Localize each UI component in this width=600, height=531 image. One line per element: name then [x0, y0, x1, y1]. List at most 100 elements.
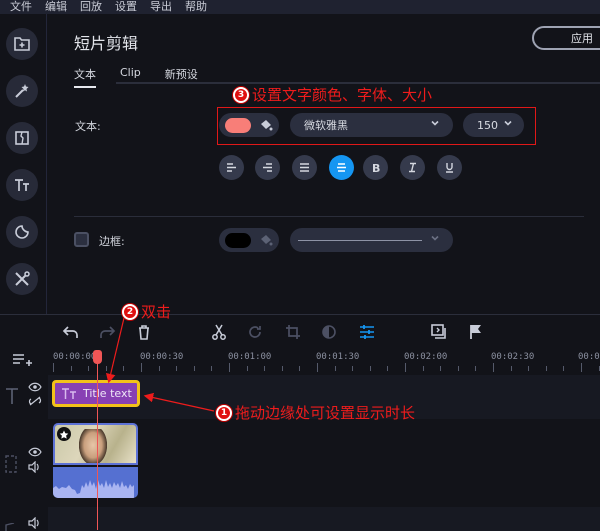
ruler-tick [229, 363, 230, 372]
menu-edit[interactable]: 编辑 [45, 0, 67, 14]
sidebar-item-tools[interactable] [6, 263, 38, 295]
italic-button[interactable] [400, 155, 425, 180]
border-checkbox[interactable] [74, 232, 89, 247]
align-center-icon [337, 163, 346, 172]
tab-text[interactable]: 文本 [74, 66, 96, 88]
ruler-tick [53, 363, 54, 372]
align-justify-icon [300, 163, 309, 172]
title-clip-label: Title text [83, 387, 132, 400]
ruler-tick [193, 366, 195, 371]
tab-new-preset[interactable]: 新预设 [165, 66, 198, 88]
unlink-icon[interactable] [28, 396, 42, 406]
ruler-tick [105, 366, 107, 371]
favorite-badge [57, 427, 71, 441]
ruler-tick [493, 363, 494, 372]
time-ruler[interactable]: 00:00:00 00:00:30 00:01:00 00:01:30 00:0… [48, 349, 600, 373]
underline-button[interactable] [437, 155, 462, 180]
menu-file[interactable]: 文件 [10, 0, 32, 14]
eye-icon[interactable] [28, 382, 42, 392]
menu-settings[interactable]: 设置 [115, 0, 137, 14]
speaker-icon[interactable] [28, 517, 42, 529]
bold-button[interactable]: B [363, 155, 388, 180]
ruler-label: 00:03:00 [578, 352, 600, 362]
menu-export[interactable]: 导出 [150, 0, 172, 14]
ruler-label: 00:02:30 [491, 352, 535, 362]
ruler-tick [246, 366, 248, 371]
paint-bucket-icon[interactable] [259, 233, 273, 247]
redo-icon[interactable] [98, 323, 116, 341]
ruler-tick [158, 366, 160, 371]
ruler-tick [281, 366, 283, 371]
add-track-icon[interactable] [12, 353, 32, 367]
annotation-text: 设置文字颜色、字体、大小 [252, 86, 433, 104]
video-track-icon [5, 455, 17, 473]
audio-waveform-clip[interactable] [53, 467, 138, 498]
italic-icon [409, 162, 416, 173]
line-style-preview [298, 239, 422, 241]
page-title: 短片剪辑 [74, 34, 139, 53]
annotation-text: 双击 [141, 303, 172, 321]
sidebar-item-effects[interactable] [6, 75, 38, 107]
bold-icon: B [372, 162, 380, 174]
tab-bar: 文本 Clip 新预设 [74, 66, 222, 88]
ruler-tick [334, 366, 336, 371]
marker-flag-icon[interactable] [467, 323, 485, 341]
annotation-3: 3 设置文字颜色、字体、大小 [233, 84, 432, 105]
menu-playback[interactable]: 回放 [80, 0, 102, 14]
ruler-label: 00:01:00 [228, 352, 272, 362]
sidebar-item-titles[interactable] [6, 169, 38, 201]
crop-icon[interactable] [284, 323, 302, 341]
border-color-swatch[interactable] [225, 232, 251, 248]
clip-properties-icon[interactable] [358, 323, 376, 341]
ruler-tick [88, 366, 90, 371]
ruler-tick [405, 363, 406, 372]
transition-icon [15, 131, 29, 145]
cut-icon[interactable] [210, 323, 228, 341]
audio-track [48, 507, 600, 531]
speaker-icon[interactable] [28, 461, 42, 473]
video-thumbnail [79, 429, 107, 463]
border-color-picker[interactable] [219, 228, 279, 252]
border-style-select[interactable] [290, 228, 453, 252]
audio-waveform [53, 480, 134, 498]
ruler-tick [422, 366, 424, 371]
menu-help[interactable]: 帮助 [185, 0, 207, 14]
border-row-label: 边框: [99, 235, 125, 248]
star-icon [59, 430, 69, 439]
align-left-icon [227, 163, 236, 172]
ruler-label: 00:01:30 [316, 352, 360, 362]
text-tt-icon [15, 179, 29, 191]
text-row-label: 文本: [75, 120, 101, 133]
section-divider [74, 216, 584, 217]
menu-bar: 文件 编辑 回放 设置 导出 帮助 [0, 0, 600, 14]
align-left-button[interactable] [219, 155, 244, 180]
ruler-tick [369, 366, 371, 371]
undo-icon[interactable] [62, 323, 80, 341]
playhead-handle[interactable] [93, 350, 102, 364]
chevron-down-icon [431, 235, 439, 241]
ruler-tick [299, 366, 301, 371]
sidebar-item-transitions[interactable] [6, 122, 38, 154]
ruler-tick [387, 366, 389, 371]
ruler-tick [264, 366, 266, 371]
align-right-button[interactable] [255, 155, 280, 180]
annotation-badge: 1 [216, 404, 232, 421]
ruler-tick [352, 366, 354, 371]
sidebar-item-import[interactable] [6, 28, 38, 60]
eye-icon[interactable] [28, 447, 42, 457]
title-clip[interactable]: Title text [52, 380, 140, 407]
video-clip[interactable] [53, 423, 138, 465]
tools-icon [15, 271, 30, 286]
align-justify-button[interactable] [292, 155, 317, 180]
sidebar-item-stickers[interactable] [6, 216, 38, 248]
folder-plus-icon [14, 37, 30, 51]
apply-button[interactable]: 应用 [532, 26, 600, 50]
tab-clip[interactable]: Clip [120, 66, 141, 88]
picture-in-picture-icon[interactable] [430, 323, 448, 341]
ruler-label: 00:00:00 [53, 352, 97, 362]
rotate-icon[interactable] [246, 323, 264, 341]
color-adjust-icon[interactable] [320, 323, 338, 341]
delete-icon[interactable] [135, 323, 153, 341]
underline-icon [446, 163, 453, 173]
align-center-button[interactable] [329, 155, 354, 180]
